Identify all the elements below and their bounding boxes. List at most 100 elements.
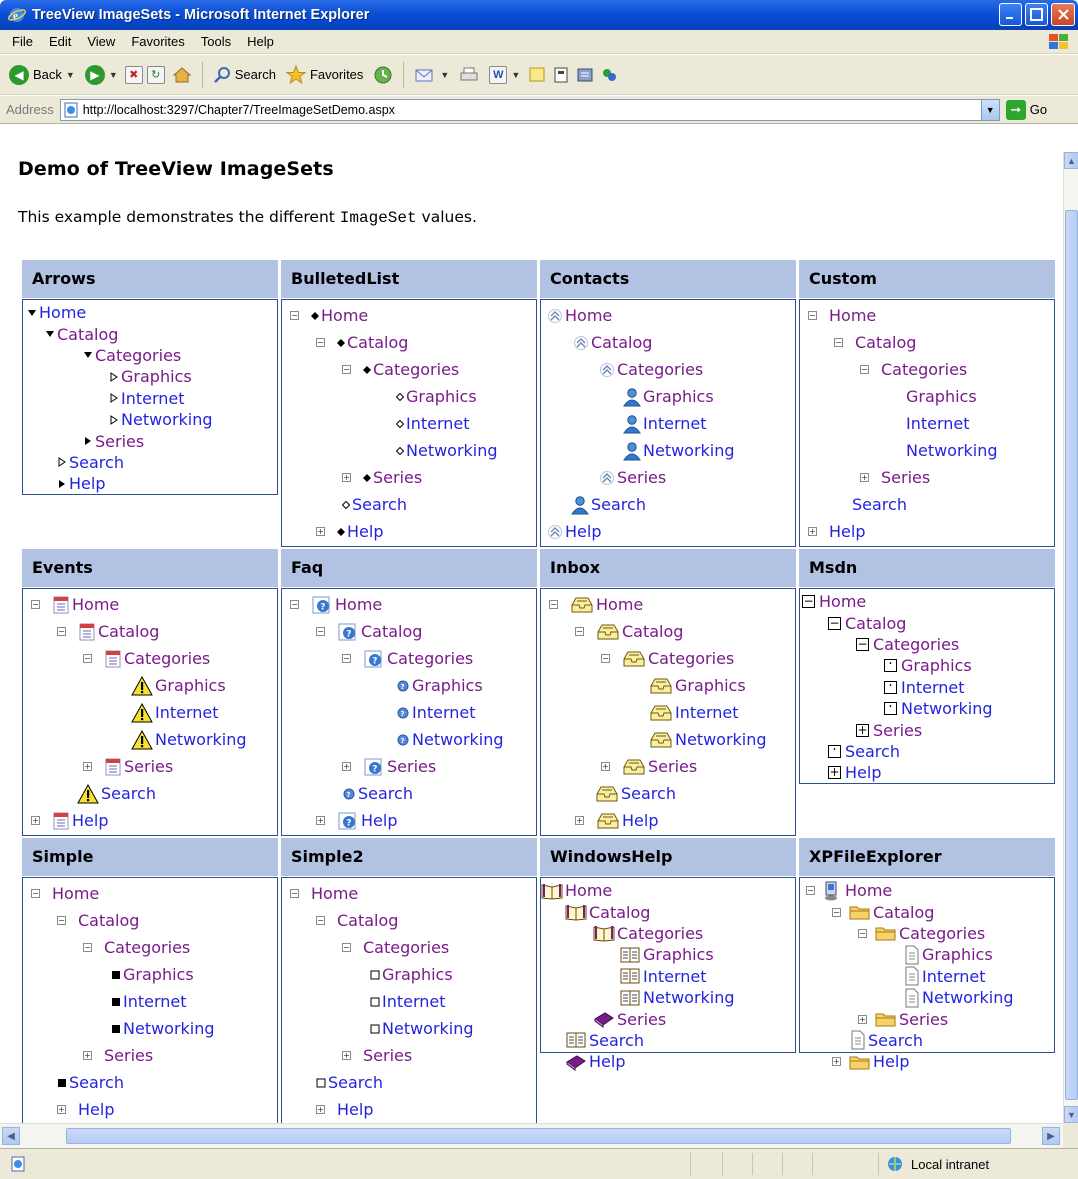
expand-icon[interactable]: + [601, 762, 620, 771]
tree-node-label[interactable]: Graphics [922, 945, 993, 964]
tree-node-label[interactable]: Networking [121, 410, 213, 429]
collapse-icon[interactable]: − [858, 928, 873, 938]
tree-node-label[interactable]: Internet [643, 967, 707, 986]
home-button[interactable] [169, 65, 195, 85]
expand-icon[interactable] [109, 414, 119, 425]
address-field[interactable]: http://localhost:3297/Chapter7/TreeImage… [59, 98, 1000, 121]
history-button[interactable] [370, 65, 396, 85]
horizontal-scroll-thumb[interactable] [66, 1128, 1011, 1144]
back-dropdown-icon[interactable]: ▼ [66, 70, 75, 80]
tree-node-label[interactable]: Internet [382, 992, 446, 1011]
tree-node-label[interactable]: Series [617, 468, 666, 487]
tree-node-label[interactable]: Series [95, 432, 144, 451]
collapse-icon[interactable]: − [290, 889, 309, 898]
collapse-icon[interactable]: − [342, 943, 361, 952]
collapse-icon[interactable]: − [860, 365, 879, 374]
tree-node-label[interactable]: Graphics [412, 676, 483, 695]
tree-node-label[interactable]: Categories [617, 924, 703, 943]
tree-node-label[interactable]: Help [361, 811, 397, 830]
tree-node-label[interactable]: Help [873, 1052, 909, 1071]
msn-icon[interactable] [599, 65, 619, 85]
tree-node-label[interactable]: Categories [373, 360, 459, 379]
scroll-right-icon[interactable]: ▶ [1042, 1127, 1060, 1145]
tree-node-label[interactable]: Help [829, 522, 865, 541]
tree-node-label[interactable]: Home [819, 592, 866, 611]
tree-node-label[interactable]: Networking [901, 699, 993, 718]
tree-node-label[interactable]: Categories [124, 649, 210, 668]
tree-node-label[interactable]: Search [591, 495, 646, 514]
collapse-icon[interactable]: − [828, 616, 843, 630]
tree-node-label[interactable]: Catalog [57, 325, 118, 344]
tree-node-label[interactable]: Series [899, 1010, 948, 1029]
expand-icon[interactable] [83, 436, 93, 446]
collapse-icon[interactable]: − [31, 889, 50, 898]
collapse-icon[interactable]: − [575, 627, 594, 636]
collapse-icon[interactable]: − [802, 595, 817, 609]
collapse-icon[interactable]: − [316, 338, 335, 347]
tree-node-label[interactable]: Search [352, 495, 407, 514]
search-button[interactable]: Search [210, 66, 279, 84]
tree-node-label[interactable]: Home [52, 884, 99, 903]
close-button[interactable] [1051, 3, 1075, 26]
scroll-up-icon[interactable]: ▲ [1064, 152, 1078, 169]
tree-node-label[interactable]: Catalog [845, 614, 906, 633]
tree-node-label[interactable]: Graphics [906, 387, 977, 406]
tree-node-label[interactable]: Categories [363, 938, 449, 957]
collapse-icon[interactable]: − [834, 338, 853, 347]
tree-node-label[interactable]: Internet [412, 703, 476, 722]
tree-node-label[interactable]: Home [335, 595, 382, 614]
minimize-button[interactable] [999, 3, 1022, 26]
tree-node-label[interactable]: Graphics [406, 387, 477, 406]
tree-node-label[interactable]: Categories [648, 649, 734, 668]
collapse-icon[interactable]: − [806, 886, 821, 896]
collapse-icon[interactable]: − [57, 627, 76, 636]
tree-node-label[interactable]: Graphics [382, 965, 453, 984]
tree-node-label[interactable]: Graphics [675, 676, 746, 695]
mail-dropdown-icon[interactable]: ▼ [440, 70, 449, 80]
collapse-icon[interactable]: − [31, 600, 50, 609]
expand-icon[interactable]: + [808, 527, 827, 536]
tree-node-label[interactable]: Home [72, 595, 119, 614]
tree-node-label[interactable]: Home [565, 881, 612, 900]
tree-node-label[interactable]: Catalog [855, 333, 916, 352]
tree-node-label[interactable]: Internet [155, 703, 219, 722]
tree-node-label[interactable]: Search [328, 1073, 383, 1092]
expand-icon[interactable]: + [316, 816, 335, 825]
favorites-button[interactable]: Favorites [283, 64, 366, 85]
tree-node-label[interactable]: Help [69, 474, 105, 493]
tree-node-label[interactable]: Categories [899, 924, 985, 943]
maximize-button[interactable] [1025, 3, 1048, 26]
tree-node-label[interactable]: Internet [901, 678, 965, 697]
tree-node-label[interactable]: Help [72, 811, 108, 830]
collapse-icon[interactable]: − [316, 916, 335, 925]
collapse-icon[interactable] [27, 308, 37, 318]
expand-icon[interactable] [109, 393, 119, 404]
tree-node-label[interactable]: Graphics [155, 676, 226, 695]
menu-help[interactable]: Help [239, 34, 282, 49]
collapse-icon[interactable]: − [549, 600, 568, 609]
collapse-icon[interactable]: − [57, 916, 76, 925]
address-url[interactable]: http://localhost:3297/Chapter7/TreeImage… [83, 103, 395, 117]
menu-tools[interactable]: Tools [193, 34, 239, 49]
research-icon[interactable] [551, 65, 571, 85]
refresh-icon[interactable]: ↻ [146, 65, 165, 84]
tree-node-label[interactable]: Catalog [347, 333, 408, 352]
tree-node-label[interactable]: Graphics [643, 945, 714, 964]
tree-node-label[interactable]: Categories [873, 635, 959, 654]
tree-node-label[interactable]: Search [101, 784, 156, 803]
expand-icon[interactable]: + [31, 816, 50, 825]
expand-icon[interactable]: + [342, 1051, 361, 1060]
collapse-icon[interactable]: − [83, 654, 102, 663]
tree-node-label[interactable]: Networking [155, 730, 247, 749]
tree-node-label[interactable]: Series [124, 757, 173, 776]
tree-node-label[interactable]: Catalog [98, 622, 159, 641]
vertical-scroll-thumb[interactable] [1065, 210, 1078, 1100]
expand-icon[interactable] [57, 457, 67, 468]
tree-node-label[interactable]: Networking [906, 441, 998, 460]
tree-node-label[interactable]: Help [622, 811, 658, 830]
tree-node-label[interactable]: Search [868, 1031, 923, 1050]
tree-node-label[interactable]: Internet [121, 389, 185, 408]
tree-node-label[interactable]: Graphics [901, 656, 972, 675]
expand-icon[interactable]: + [316, 1105, 335, 1114]
collapse-icon[interactable]: − [316, 627, 335, 636]
